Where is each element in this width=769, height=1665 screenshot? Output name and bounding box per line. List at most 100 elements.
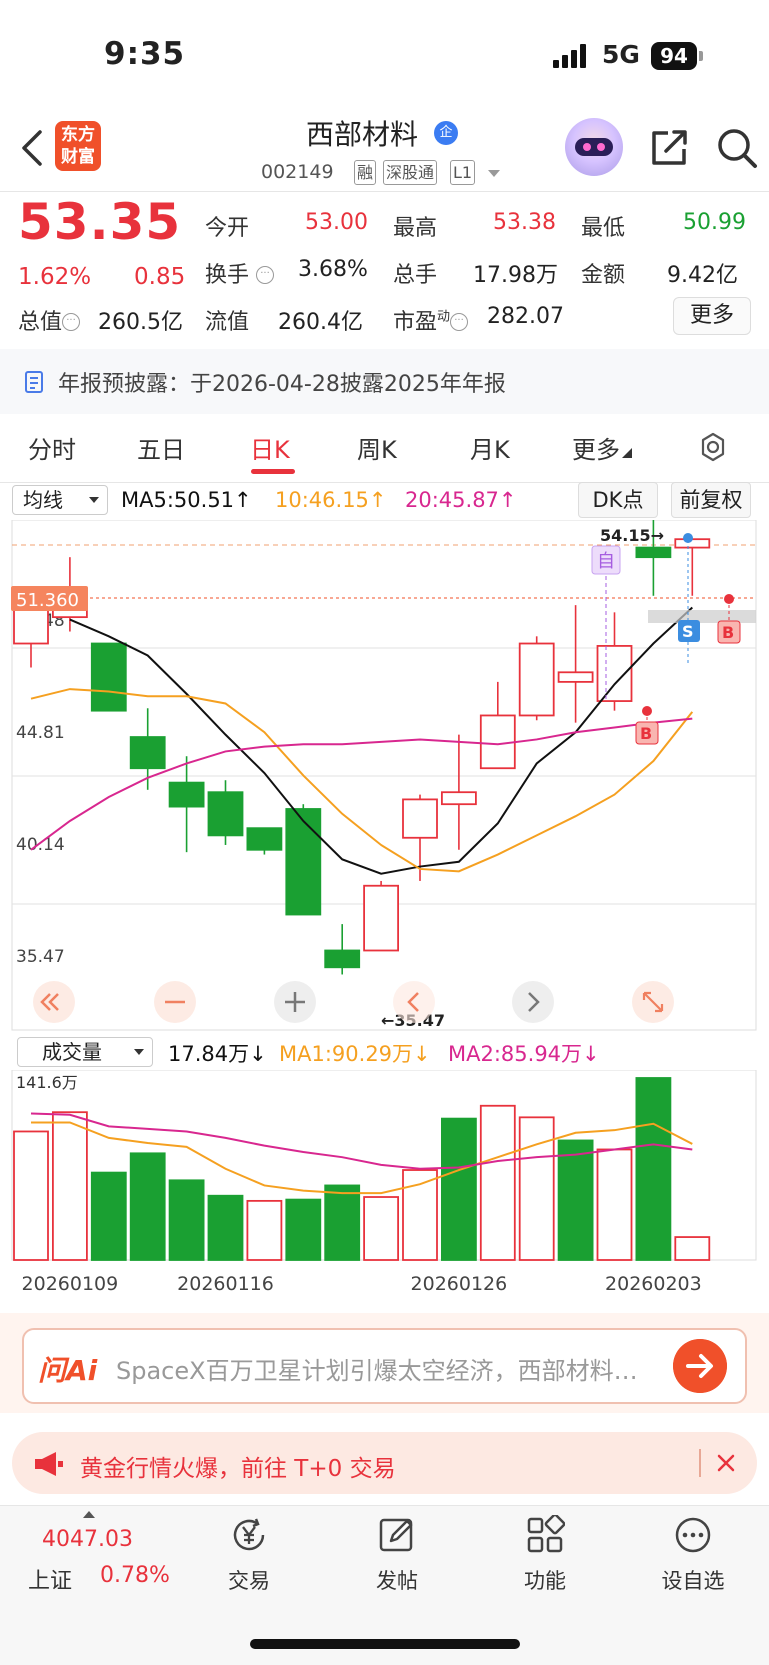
stat-label-amount: 金额 (581, 263, 626, 288)
stat-value-pe: 282.07 (487, 304, 564, 329)
nav-add-watchlist-label: 设自选 (661, 1569, 725, 1593)
stat-value-high: 53.38 (493, 210, 556, 235)
robot-assistant-avatar[interactable] (565, 118, 623, 176)
x-tick-label: 20260109 (22, 1273, 119, 1295)
nav-functions[interactable]: 功能 (505, 1515, 585, 1595)
yuan-circle-icon (233, 1518, 265, 1551)
volume-bar (207, 1194, 244, 1261)
fullscreen-button[interactable] (632, 981, 674, 1023)
nav-trade[interactable]: 交易 (209, 1515, 289, 1595)
close-icon[interactable] (713, 1450, 739, 1476)
more-stats-button[interactable]: 更多 (673, 297, 751, 335)
volume-indicator-select[interactable]: 成交量 (17, 1037, 153, 1067)
ma-line-ma10 (30, 688, 694, 873)
scroll-right-button[interactable] (512, 981, 554, 1023)
max-price-label: 54.15→ (600, 526, 664, 545)
caret-up-icon[interactable] (83, 1511, 95, 1518)
back-icon[interactable] (18, 128, 48, 168)
candle-body (324, 949, 361, 969)
info-icon[interactable]: ··· (450, 313, 469, 331)
tab-five-day[interactable]: 五日 (137, 430, 185, 465)
candle-body (363, 884, 400, 952)
tab-monthly-k[interactable]: 月K (470, 430, 510, 465)
volume-bar (363, 1196, 400, 1261)
stat-label-float-cap: 流值 (205, 310, 250, 335)
nav-post[interactable]: 发帖 (357, 1515, 437, 1595)
stat-value-volume: 17.98万 (473, 263, 558, 288)
notice-text: 年报预披露：于2026-04-28披露2025年年报 (58, 372, 506, 397)
volume-bar (596, 1148, 633, 1261)
volume-bar (168, 1179, 205, 1261)
zoom-in-button[interactable] (274, 981, 316, 1023)
nav-add-watchlist[interactable]: 设自选 (653, 1515, 733, 1595)
battery-tip (699, 51, 703, 61)
tab-daily-k[interactable]: 日K (250, 430, 290, 465)
scroll-left-fast-button[interactable] (33, 981, 75, 1023)
gear-icon[interactable] (697, 431, 729, 463)
tab-intraday[interactable]: 分时 (28, 430, 76, 465)
volume-bar (13, 1130, 49, 1261)
volume-bar (285, 1198, 322, 1261)
arrow-right-icon[interactable] (673, 1339, 727, 1393)
candle-body (596, 645, 633, 702)
candle-body (557, 671, 594, 683)
volume-bar (557, 1139, 594, 1261)
volume-chart[interactable]: 141.6万 20260109 20260116 20260126 20260203 (0, 1070, 769, 1310)
battery-icon: 94 (651, 42, 697, 70)
nav-trade-label: 交易 (228, 1569, 270, 1593)
tag-margin: 融 (354, 160, 377, 185)
stat-label-market-cap: 总值 ··· (18, 304, 81, 336)
zoom-out-button[interactable] (154, 981, 196, 1023)
x-tick-label: 20260126 (411, 1273, 508, 1295)
current-price: 53.35 (18, 193, 182, 251)
adjust-button[interactable]: 前复权 (671, 482, 751, 518)
share-icon[interactable] (648, 127, 690, 169)
more-dots-icon (675, 1517, 711, 1553)
stat-label-high: 最高 (393, 216, 438, 241)
volume-bar (518, 1116, 555, 1261)
promo-text: 黄金行情火爆，前往 T+0 交易 (80, 1456, 396, 1482)
volume-bar (90, 1171, 127, 1261)
volume-bar (52, 1111, 88, 1261)
ask-ai-prompt[interactable]: SpaceX百万卫星计划引爆太空经济，西部材料有何布局？ (116, 1351, 656, 1386)
ma20-value: 20:45.87↑ (405, 488, 517, 512)
stat-value-market-cap: 260.5亿 (98, 310, 183, 335)
info-icon[interactable]: ··· (62, 313, 81, 331)
stat-value-open: 53.00 (305, 210, 368, 235)
chevron-down-icon (89, 497, 99, 503)
tab-weekly-k[interactable]: 周K (357, 430, 397, 465)
volume-ma2-value: MA2:85.94万↓ (448, 1042, 600, 1066)
x-tick-label: 20260203 (605, 1273, 702, 1295)
promo-divider (699, 1449, 701, 1477)
stat-label-turnover: 换手 ··· (205, 257, 275, 289)
app-logo: 东方 财富 (55, 121, 101, 171)
highlight-band (648, 610, 756, 623)
tab-more[interactable]: 更多 (572, 430, 632, 465)
candle-body (440, 791, 477, 806)
ask-ai-logo: 问Ai (38, 1354, 98, 1387)
candlestick-chart[interactable]: 54.1549.4844.8140.1435.47 51.360 54.15→ … (0, 520, 769, 1032)
y-tick-label: 44.81 (16, 723, 65, 743)
signal-icon (553, 44, 593, 68)
chart-frame (11, 520, 757, 1031)
volume-bar (479, 1104, 516, 1261)
stat-label-low: 最低 (581, 216, 626, 241)
nav-functions-label: 功能 (524, 1569, 566, 1593)
active-tab-indicator (251, 469, 295, 474)
volume-max-label: 141.6万 (16, 1073, 78, 1092)
status-time: 9:35 (104, 36, 186, 72)
buy-marker-label: B (640, 724, 652, 743)
stat-label-volume: 总手 (393, 263, 438, 288)
index-percent[interactable]: 0.78% (100, 1563, 170, 1588)
volume-bar (324, 1184, 361, 1261)
scroll-left-button[interactable] (393, 981, 435, 1023)
candle-body (518, 642, 555, 717)
info-icon[interactable]: ··· (256, 266, 275, 284)
index-value[interactable]: 4047.03 (42, 1527, 133, 1552)
dk-point-button[interactable]: DK点 (578, 482, 658, 518)
volume-bar (246, 1199, 283, 1261)
search-icon[interactable] (715, 126, 759, 170)
chevron-down-icon[interactable] (488, 170, 500, 177)
indicator-select[interactable]: 均线 (12, 485, 108, 515)
index-name[interactable]: 上证 (28, 1563, 72, 1595)
